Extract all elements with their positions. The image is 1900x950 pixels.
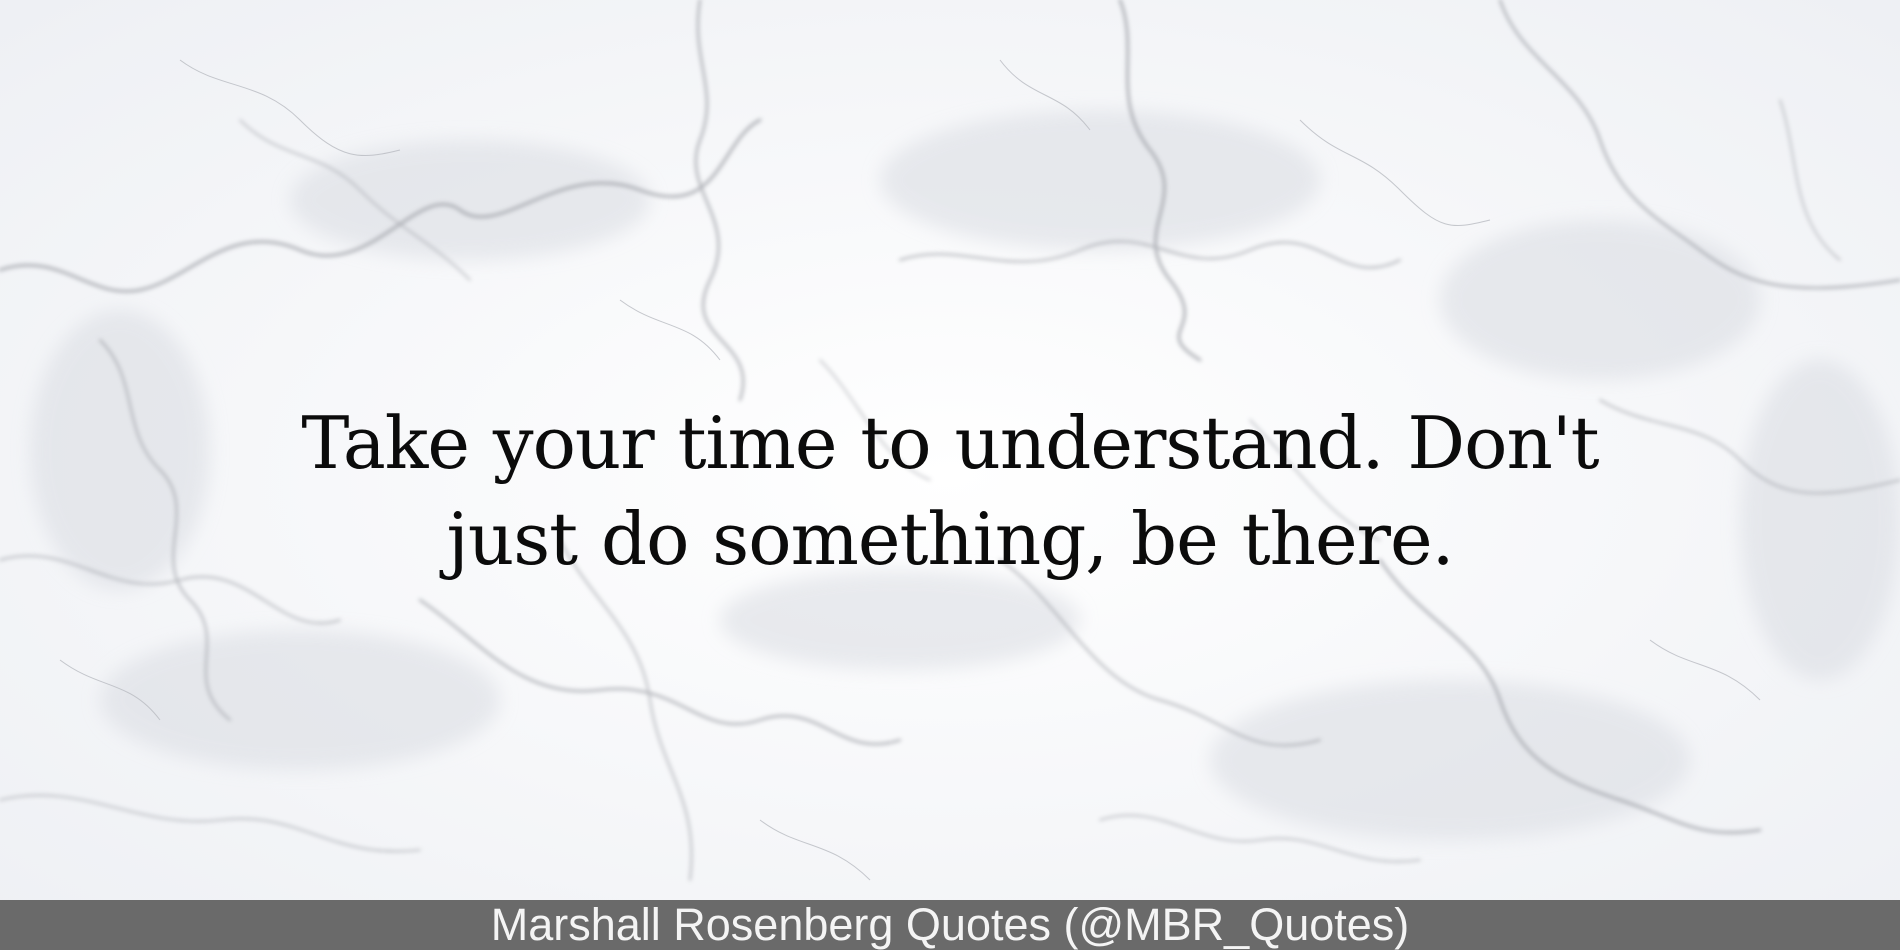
quote-line-2: just do something, be there. [446,497,1455,581]
quote-line-1: Take your time to understand. Don't [301,401,1599,485]
quote-image: Take your time to understand. Don't just… [0,0,1900,950]
attribution-bar: Marshall Rosenberg Quotes (@MBR_Quotes) [0,900,1900,950]
quote-text: Take your time to understand. Don't just… [200,395,1700,587]
attribution-text: Marshall Rosenberg Quotes (@MBR_Quotes) [490,899,1410,950]
